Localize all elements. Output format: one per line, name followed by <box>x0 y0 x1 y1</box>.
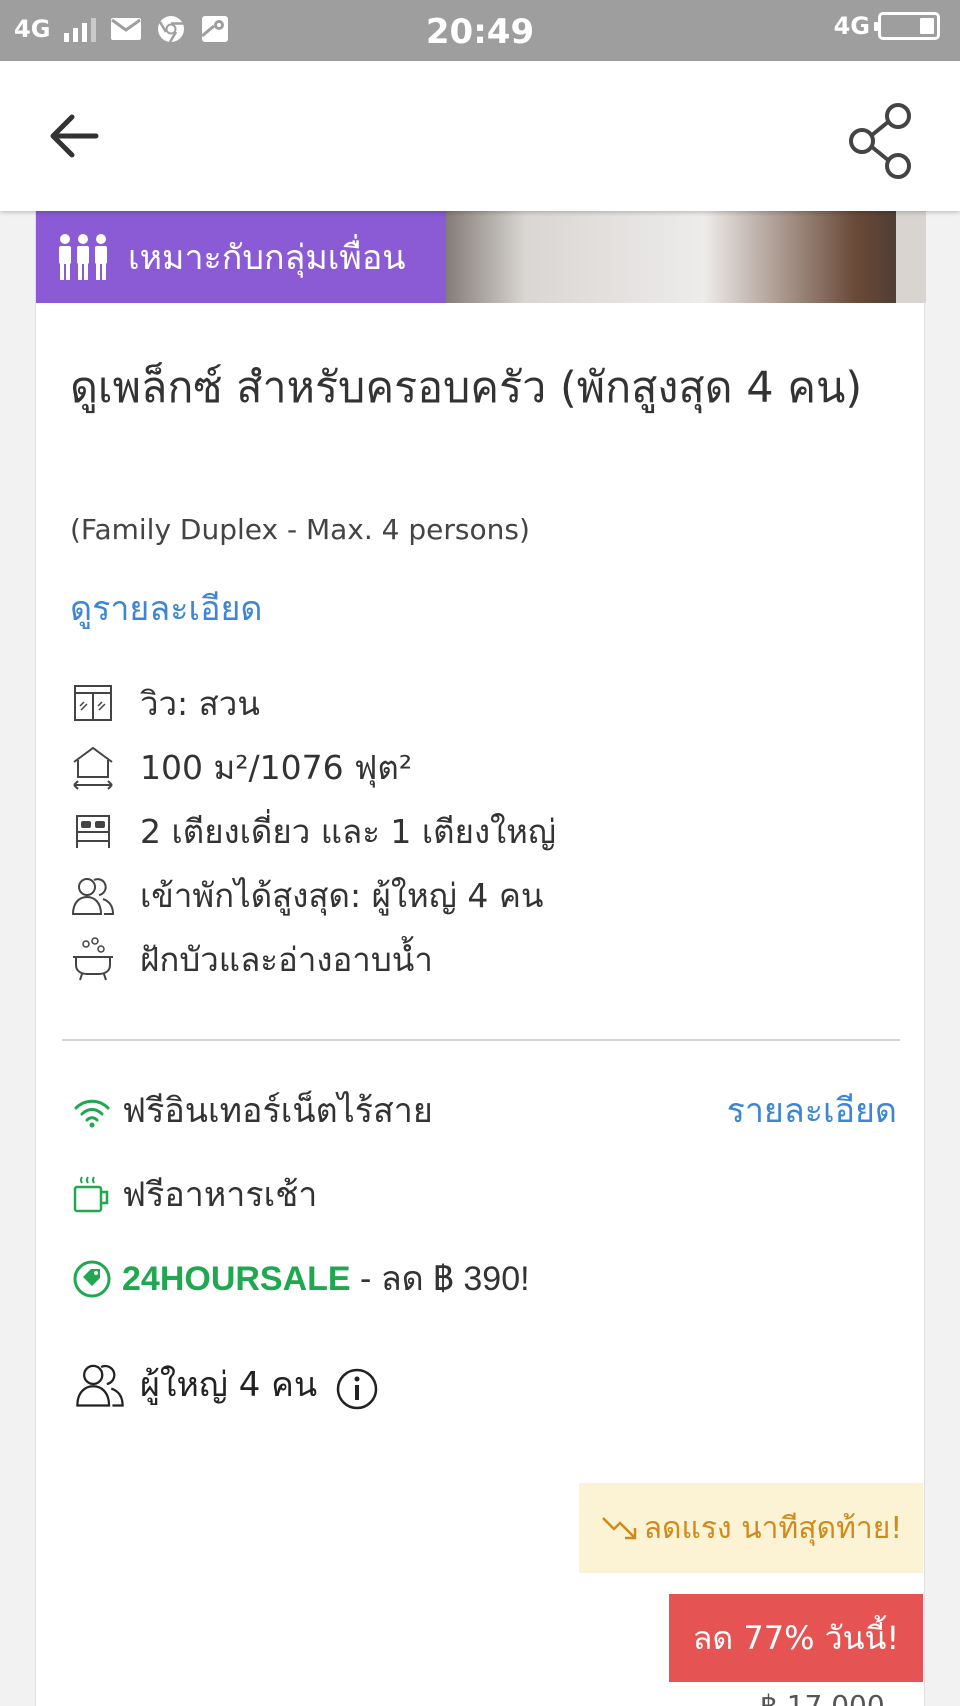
group-friendly-badge: เหมาะกับกลุ่มเพื่อน <box>36 211 446 303</box>
clock: 20:49 <box>425 12 535 52</box>
price-down-icon <box>601 1517 636 1540</box>
feature-item: เข้าพักได้สูงสุด: ผู้ใหญ่ 4 คน <box>70 863 900 927</box>
feature-label: เข้าพักได้สูงสุด: ผู้ใหญ่ 4 คน <box>140 875 544 915</box>
room-title: ดูเพล็กซ์ สำหรับครอบครัว (พักสูงสุด 4 คน… <box>70 363 863 413</box>
occupancy-label: ผู้ใหญ่ 4 คน <box>140 1365 318 1405</box>
view-details-link[interactable]: ดูรายละเอียด <box>70 581 263 635</box>
guests-icon <box>71 878 115 915</box>
group-people-icon <box>59 234 107 280</box>
occupancy-row: ผู้ใหญ่ 4 คน <box>74 1357 379 1411</box>
feature-label: ฝักบัวและอ่างอาบน้ำ <box>140 939 433 979</box>
feature-label: วิว: สวน <box>140 683 260 723</box>
back-arrow-icon[interactable] <box>40 101 110 171</box>
amenity-details-link[interactable]: รายละเอียด <box>727 1083 897 1137</box>
window-view-icon <box>74 685 112 721</box>
share-icon[interactable] <box>840 101 920 181</box>
feature-item: 2 เตียงเดี่ยว และ 1 เตียงใหญ่ <box>70 799 900 863</box>
network-type-right: 4G <box>833 12 870 40</box>
feature-item: วิว: สวน <box>70 671 900 735</box>
status-right: 4G <box>834 12 940 40</box>
original-price: ฿ 17,000 <box>760 1689 885 1706</box>
deal-label: ลดแรง นาทีสุดท้าย! <box>643 1510 903 1546</box>
room-features: วิว: สวน 100 ม²/1076 ฟุต² 2 เตียงเดี่ยว … <box>70 671 900 991</box>
promo-code: 24HOURSALE <box>122 1260 351 1298</box>
discount-badge: ลด 77% วันนี้! <box>669 1594 923 1682</box>
room-subtitle: (Family Duplex - Max. 4 persons) <box>70 513 530 546</box>
breakfast-label: ฟรีอาหารเช้า <box>122 1175 318 1215</box>
bed-icon <box>76 815 110 848</box>
promo-amenity: 24HOURSALE - ลด ฿ 390! <box>72 1251 530 1305</box>
status-bar: 4G 20:49 4G <box>0 0 960 61</box>
wifi-amenity: ฟรีอินเทอร์เน็ตไร้สาย <box>72 1083 433 1137</box>
feature-label: 2 เตียงเดี่ยว และ 1 เตียงใหญ่ <box>140 811 557 851</box>
guests-icon <box>76 1364 124 1407</box>
coffee-cup-icon <box>73 1176 109 1213</box>
feature-item: 100 ม²/1076 ฟุต² <box>70 735 900 799</box>
room-size-icon <box>73 746 113 790</box>
badge-label: เหมาะกับกลุ่มเพื่อน <box>128 238 406 278</box>
wifi-icon <box>74 1099 110 1128</box>
room-card: เหมาะกับกลุ่มเพื่อน ดูเพล็กซ์ สำหรับครอบ… <box>35 211 926 1706</box>
promo-text: - ลด ฿ 390! <box>350 1260 530 1298</box>
bathtub-icon <box>73 937 113 981</box>
app-bar <box>0 61 960 211</box>
feature-item: ฝักบัวและอ่างอาบน้ำ <box>70 927 900 991</box>
last-minute-deal-banner: ลดแรง นาทีสุดท้าย! <box>579 1483 923 1573</box>
divider <box>62 1039 900 1041</box>
battery-icon <box>874 12 940 40</box>
tag-icon <box>73 1260 111 1298</box>
breakfast-amenity: ฟรีอาหารเช้า <box>72 1167 317 1221</box>
info-icon[interactable] <box>335 1367 379 1411</box>
feature-label: 100 ม²/1076 ฟุต² <box>140 747 413 787</box>
wifi-label: ฟรีอินเทอร์เน็ตไร้สาย <box>122 1091 433 1131</box>
